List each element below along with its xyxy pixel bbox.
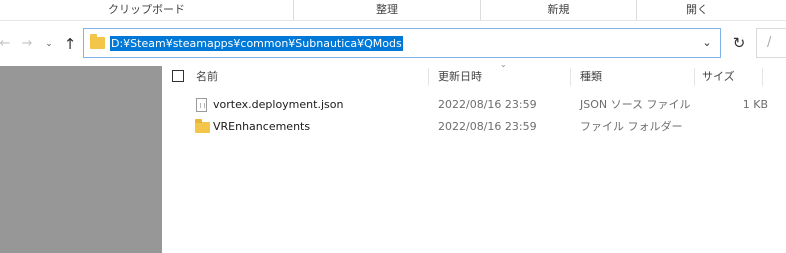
select-all-checkbox[interactable]: [172, 70, 184, 82]
column-header-type[interactable]: 種類: [580, 66, 690, 88]
refresh-button[interactable]: ↻: [724, 28, 754, 58]
file-name[interactable]: vortex.deployment.json: [213, 94, 343, 116]
up-button[interactable]: ↑: [61, 35, 79, 53]
sort-ascending-icon: ⌄: [500, 60, 507, 69]
address-dropdown-button[interactable]: ⌄: [700, 35, 714, 51]
forward-button[interactable]: →: [18, 35, 36, 53]
file-row[interactable]: vortex.deployment.json 2022/08/16 23:59 …: [162, 94, 786, 116]
folder-icon: [195, 119, 210, 133]
recent-locations-button[interactable]: ⌄: [40, 35, 58, 53]
file-list-header: 名前 更新日時 ⌄ 種類 サイズ: [162, 60, 786, 88]
file-size: [702, 116, 768, 138]
file-type: JSON ソース ファイル: [580, 98, 691, 111]
file-type: ファイル フォルダー: [580, 120, 683, 133]
search-input[interactable]: /: [756, 28, 786, 58]
file-name[interactable]: VREnhancements: [213, 116, 310, 138]
address-path[interactable]: D:¥Steam¥steamapps¥common¥Subnautica¥QMo…: [110, 36, 403, 51]
search-placeholder-glyph: /: [767, 35, 772, 50]
file-date: 2022/08/16 23:59: [438, 98, 537, 111]
json-file-icon: [196, 98, 207, 112]
file-date: 2022/08/16 23:59: [438, 120, 537, 133]
column-header-date[interactable]: 更新日時: [438, 66, 568, 88]
ribbon-group-open: 開く: [686, 3, 708, 16]
chevron-down-icon: ⌄: [45, 39, 53, 49]
back-button[interactable]: ←: [0, 35, 14, 53]
column-divider[interactable]: [762, 68, 763, 86]
arrow-right-icon: →: [21, 36, 33, 51]
column-header-name[interactable]: 名前: [196, 66, 426, 88]
refresh-icon: ↻: [732, 34, 746, 52]
column-divider[interactable]: [570, 68, 571, 86]
navigation-pane[interactable]: [0, 66, 162, 253]
navigation-bar: ← → ⌄ ↑ D:¥Steam¥steamapps¥common¥Subnau…: [0, 22, 786, 66]
file-size: 1 KB: [742, 98, 768, 111]
ribbon-group-clipboard: クリップボード: [0, 0, 294, 20]
arrow-left-icon: ←: [0, 36, 11, 51]
folder-icon: [90, 34, 105, 49]
ribbon-group-organize: 整理: [294, 0, 481, 20]
chevron-down-icon: ⌄: [702, 36, 712, 49]
ribbon-group-new: 新規: [481, 0, 637, 20]
column-divider[interactable]: [694, 68, 695, 86]
file-row[interactable]: VREnhancements 2022/08/16 23:59 ファイル フォル…: [162, 116, 786, 138]
ribbon-group-labels: クリップボード 整理 新規 開く: [0, 0, 786, 21]
column-divider[interactable]: [428, 68, 429, 86]
arrow-up-icon: ↑: [63, 35, 77, 53]
address-bar[interactable]: D:¥Steam¥steamapps¥common¥Subnautica¥QMo…: [83, 28, 721, 58]
